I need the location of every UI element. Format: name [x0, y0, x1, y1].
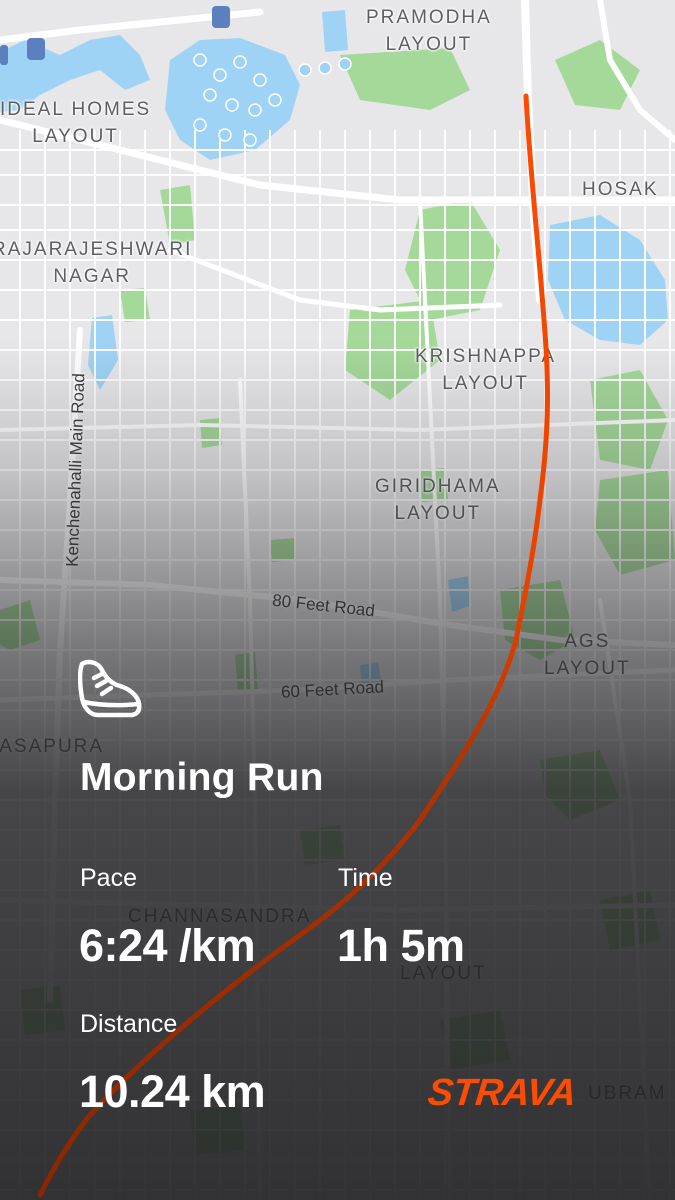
activity-share-card: PRAMODHA LAYOUT IDEAL HOMES LAYOUT HOSAK… [0, 0, 675, 1200]
pace-label: Pace [80, 864, 137, 892]
distance-value: 10.24 km [79, 1066, 266, 1117]
pace-value: 6:24 /km [79, 920, 256, 971]
running-shoe-icon [78, 659, 142, 718]
activity-title: Morning Run [80, 756, 324, 799]
time-label: Time [338, 864, 393, 892]
distance-label: Distance [80, 1010, 178, 1038]
time-value: 1h 5m [337, 920, 465, 971]
activity-summary: Morning Run Pace 6:24 /km Time 1h 5m Dis… [0, 0, 675, 1200]
strava-logo: STRAVA [425, 1072, 578, 1114]
